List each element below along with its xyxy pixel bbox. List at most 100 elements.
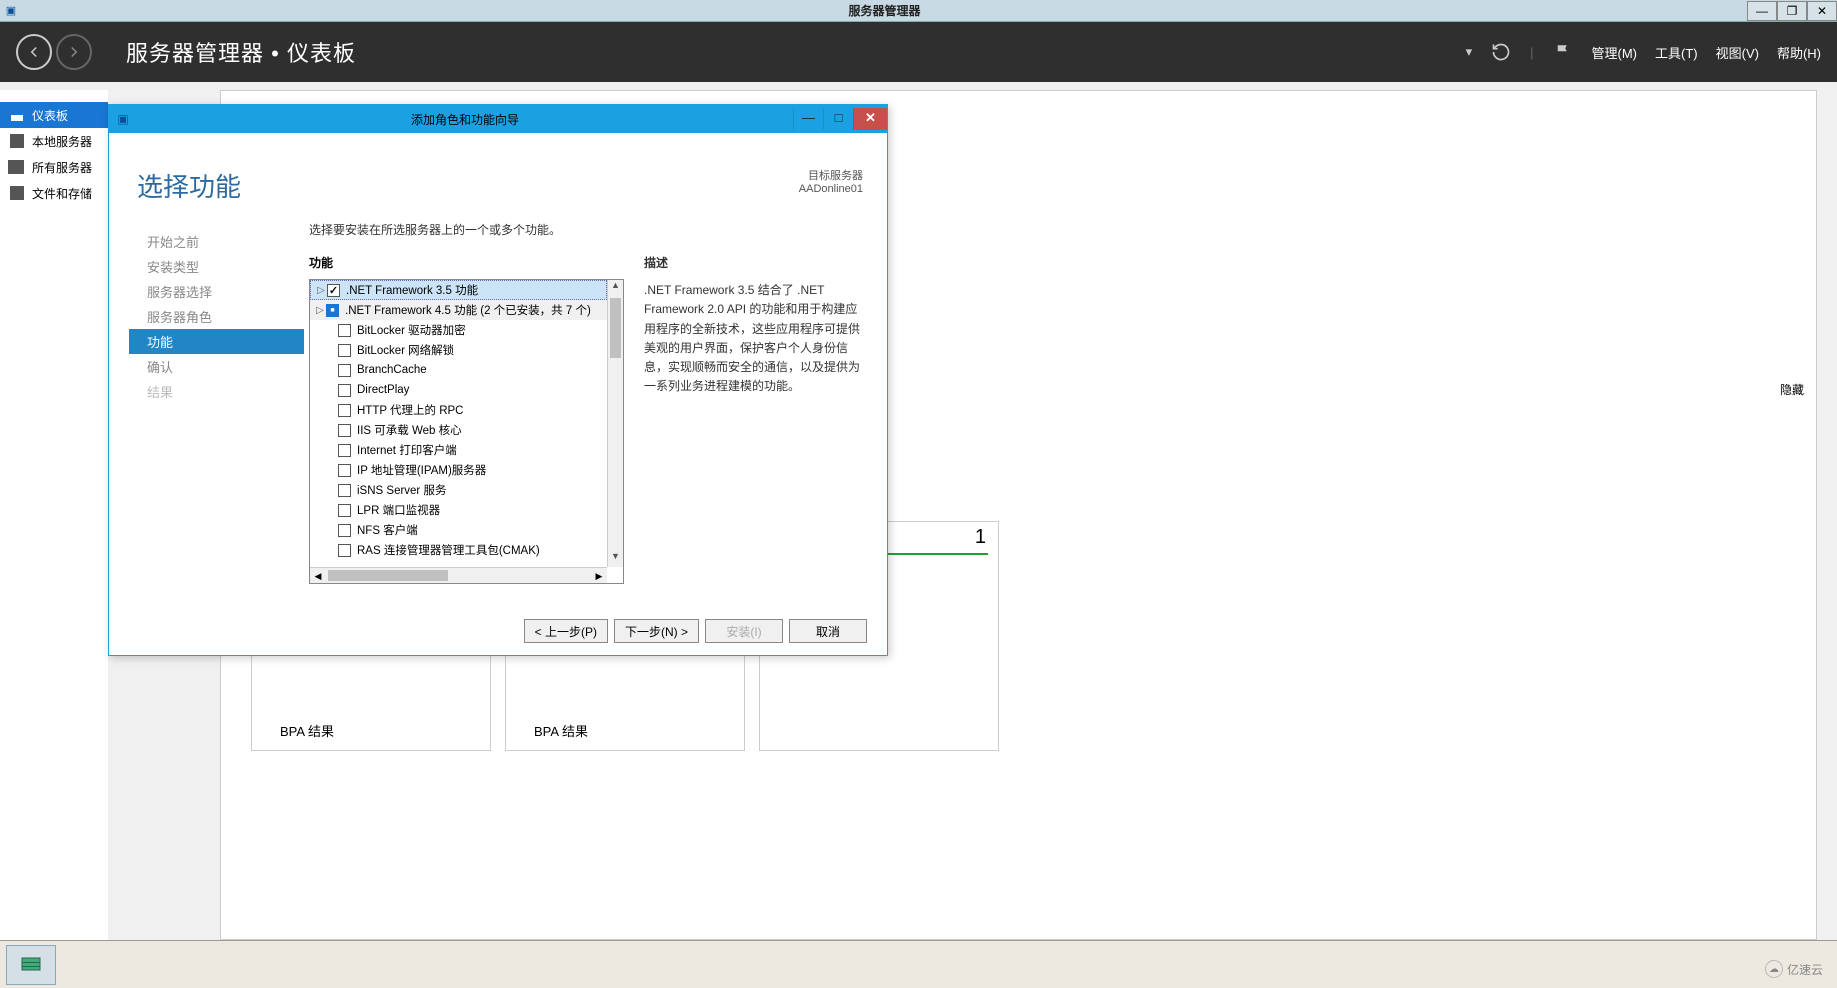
dropdown-icon[interactable]: ▾ (1466, 44, 1473, 60)
features-listbox[interactable]: ▷ .NET Framework 3.5 功能 ▷.NET Framework 4.… (309, 279, 624, 584)
refresh-icon[interactable] (1490, 41, 1512, 63)
sidebar-item-label: 文件和存储 (32, 185, 92, 202)
checkbox[interactable] (338, 464, 351, 477)
menu-tools[interactable]: 工具(T) (1655, 43, 1698, 62)
feature-row[interactable]: RAS 连接管理器管理工具包(CMAK) (310, 540, 607, 560)
servers-icon (10, 160, 24, 174)
checkbox[interactable] (338, 424, 351, 437)
dialog-body: 选择功能 目标服务器 AADonline01 开始之前 安装类型 服务器选择 服… (109, 133, 887, 655)
checkbox[interactable] (338, 484, 351, 497)
description-title: 描述 (644, 254, 865, 273)
minimize-button[interactable]: — (1747, 1, 1777, 21)
breadcrumb: 服务器管理器 • 仪表板 (126, 36, 356, 68)
taskbar-item-server-manager[interactable] (6, 945, 56, 985)
separator: | (1530, 45, 1533, 60)
feature-label: .NET Framework 3.5 功能 (346, 282, 478, 298)
app-header: 服务器管理器 • 仪表板 ▾ | 管理(M) 工具(T) 视图(V) 帮助(H) (0, 22, 1837, 82)
install-button[interactable]: 安装(I) (705, 619, 783, 643)
scroll-up-icon[interactable]: ▲ (608, 280, 623, 296)
window-title: 服务器管理器 (22, 2, 1747, 19)
feature-row[interactable]: IIS 可承载 Web 核心 (310, 420, 607, 440)
feature-row[interactable]: Internet 打印客户端 (310, 440, 607, 460)
sidebar-item-file-storage[interactable]: 文件和存储 (0, 180, 108, 206)
nav-step-features[interactable]: 功能 (129, 329, 304, 354)
taskbar[interactable] (0, 940, 1837, 988)
scroll-left-icon[interactable]: ◀ (310, 568, 326, 583)
checkbox[interactable] (338, 544, 351, 557)
nav-step-server-sel[interactable]: 服务器选择 (129, 279, 304, 304)
nav-step-confirm[interactable]: 确认 (129, 354, 304, 379)
feature-row[interactable]: IP 地址管理(IPAM)服务器 (310, 460, 607, 480)
feature-row[interactable]: iSNS Server 服务 (310, 480, 607, 500)
nav-step-install-type[interactable]: 安装类型 (129, 254, 304, 279)
sidebar-item-local-server[interactable]: 本地服务器 (0, 128, 108, 154)
target-server: AADonline01 (799, 183, 863, 195)
feature-label: DirectPlay (357, 384, 409, 396)
sidebar-item-label: 所有服务器 (32, 159, 92, 176)
feature-row[interactable]: LPR 端口监视器 (310, 500, 607, 520)
bpa-label: BPA 结果 (280, 721, 334, 740)
dialog-titlebar[interactable]: ▣ 添加角色和功能向导 — □ ✕ (109, 105, 887, 133)
nav-step-before[interactable]: 开始之前 (129, 229, 304, 254)
feature-row[interactable]: HTTP 代理上的 RPC (310, 400, 607, 420)
nav-forward-button[interactable] (56, 34, 92, 70)
header-right: ▾ | 管理(M) 工具(T) 视图(V) 帮助(H) (1466, 41, 1821, 63)
checkbox[interactable] (338, 504, 351, 517)
checkbox[interactable] (338, 404, 351, 417)
checkbox[interactable] (338, 324, 351, 337)
feature-row[interactable]: DirectPlay (310, 380, 607, 400)
nav-step-server-roles[interactable]: 服务器角色 (129, 304, 304, 329)
checkbox[interactable] (326, 304, 339, 317)
breadcrumb-sep: • (271, 41, 287, 66)
horizontal-scrollbar[interactable]: ◀ ▶ (310, 567, 607, 583)
dialog-close-button[interactable]: ✕ (853, 108, 887, 130)
next-button[interactable]: 下一步(N) > (614, 619, 699, 643)
prev-button[interactable]: < 上一步(P) (524, 619, 608, 643)
checkbox[interactable] (338, 444, 351, 457)
nav-back-button[interactable] (16, 34, 52, 70)
checkbox[interactable] (338, 384, 351, 397)
feature-row[interactable]: BitLocker 驱动器加密 (310, 320, 607, 340)
dialog-heading: 选择功能 (137, 167, 241, 204)
features-list: ▷ .NET Framework 3.5 功能 ▷.NET Framework 4.… (310, 280, 607, 567)
checkbox[interactable] (338, 524, 351, 537)
checkbox[interactable] (327, 284, 340, 297)
feature-label: Internet 打印客户端 (357, 442, 457, 458)
dialog-controls: — □ ✕ (793, 108, 887, 130)
dialog-target: 目标服务器 AADonline01 (799, 167, 863, 195)
hide-link[interactable]: 隐藏 (1780, 381, 1804, 398)
dialog-buttons: < 上一步(P) 下一步(N) > 安装(I) 取消 (524, 619, 867, 643)
menu-help[interactable]: 帮助(H) (1777, 43, 1821, 62)
menu-view[interactable]: 视图(V) (1716, 43, 1759, 62)
sidebar-item-dashboard[interactable]: 仪表板 (0, 102, 108, 128)
dialog-maximize-button[interactable]: □ (823, 108, 853, 130)
feature-label: BitLocker 网络解锁 (357, 342, 454, 358)
checkbox[interactable] (338, 364, 351, 377)
instruction-text: 选择要安装在所选服务器上的一个或多个功能。 (309, 221, 865, 238)
vertical-scrollbar[interactable]: ▲ ▼ (607, 280, 623, 567)
feature-row[interactable]: ▷ .NET Framework 3.5 功能 (310, 280, 607, 300)
scroll-down-icon[interactable]: ▼ (608, 551, 623, 567)
scroll-right-icon[interactable]: ▶ (591, 568, 607, 583)
maximize-button[interactable]: ❐ (1777, 1, 1807, 21)
checkbox[interactable] (338, 344, 351, 357)
scroll-thumb[interactable] (610, 298, 621, 358)
feature-row[interactable]: BranchCache (310, 360, 607, 380)
feature-row[interactable]: BitLocker 网络解锁 (310, 340, 607, 360)
sidebar-item-all-servers[interactable]: 所有服务器 (0, 154, 108, 180)
flag-icon[interactable] (1552, 41, 1574, 63)
feature-row[interactable]: ▷.NET Framework 4.5 功能 (2 个已安装，共 7 个) (310, 300, 607, 320)
cancel-button[interactable]: 取消 (789, 619, 867, 643)
feature-row[interactable]: NFS 客户端 (310, 520, 607, 540)
feature-label: iSNS Server 服务 (357, 482, 446, 498)
expander-icon[interactable]: ▷ (314, 305, 326, 316)
expander-icon[interactable]: ▷ (315, 285, 327, 296)
description-text: .NET Framework 3.5 结合了 .NET Framework 2.… (644, 281, 865, 396)
scroll-thumb-h[interactable] (328, 570, 448, 581)
dialog-minimize-button[interactable]: — (793, 108, 823, 130)
app-icon: ▣ (0, 4, 22, 17)
window-controls: — ❐ ✕ (1747, 1, 1837, 21)
close-button[interactable]: ✕ (1807, 1, 1837, 21)
feature-label: NFS 客户端 (357, 522, 418, 538)
menu-manage[interactable]: 管理(M) (1592, 43, 1638, 62)
